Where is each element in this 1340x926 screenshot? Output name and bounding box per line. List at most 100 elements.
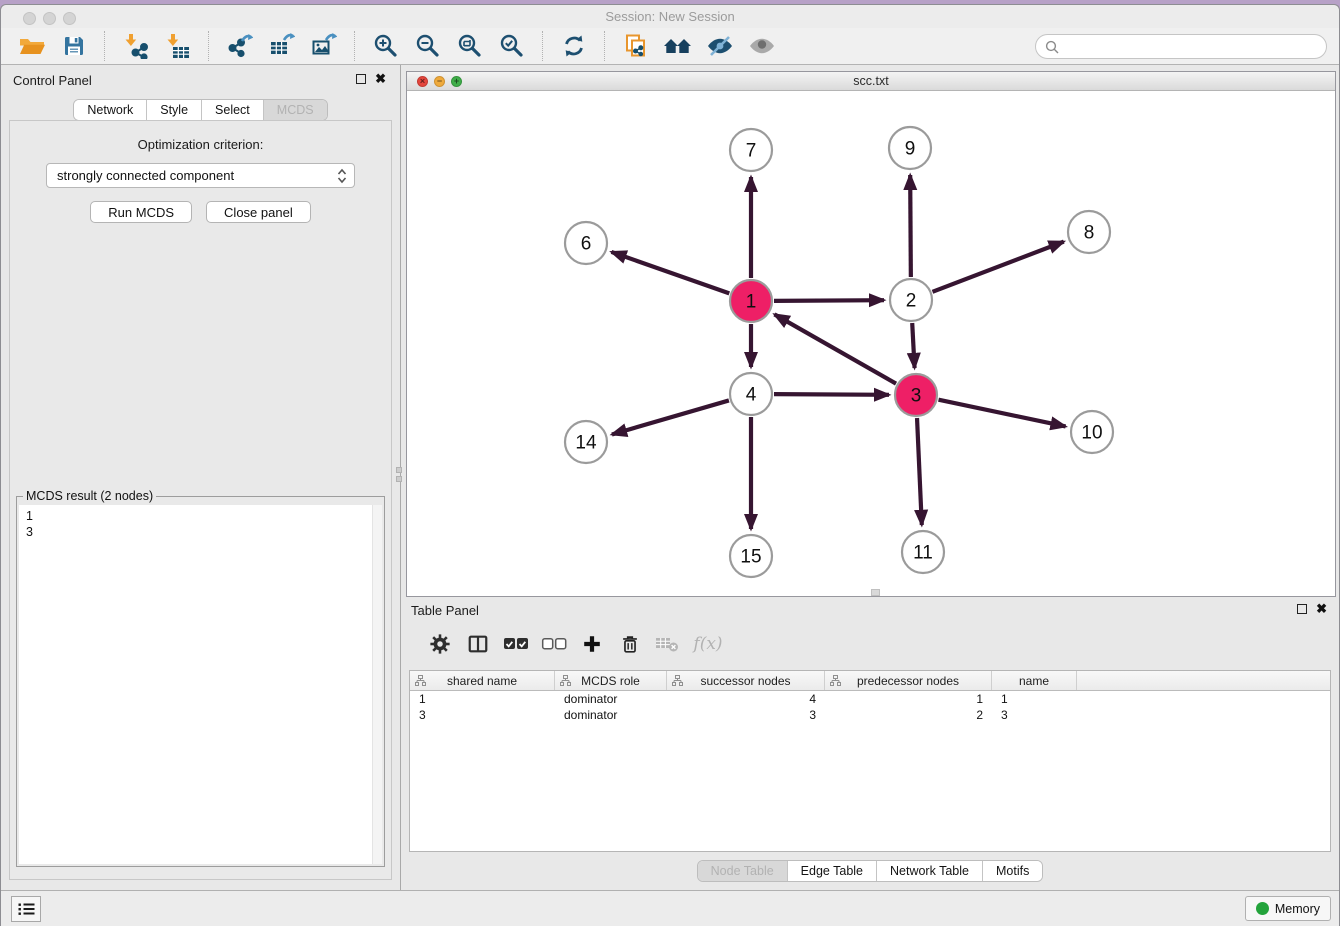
run-mcds-button[interactable]: Run MCDS: [90, 201, 192, 223]
table-cell[interactable]: dominator: [555, 692, 667, 706]
node-10[interactable]: 10: [1071, 411, 1113, 453]
delete-table-icon: [655, 634, 681, 654]
control-panel-float-button[interactable]: [356, 74, 366, 84]
tab-edge-table[interactable]: Edge Table: [787, 861, 876, 881]
control-panel-tabs: NetworkStyleSelectMCDS: [73, 99, 327, 121]
node-9[interactable]: 9: [889, 127, 931, 169]
edge-1-6[interactable]: [611, 252, 729, 293]
table-cell[interactable]: 1: [825, 692, 992, 706]
toolbar-separator: [542, 31, 544, 61]
hide-selected-button[interactable]: [704, 30, 736, 62]
task-history-button[interactable]: [11, 896, 41, 922]
close-panel-button[interactable]: Close panel: [206, 201, 311, 223]
edge-3-1[interactable]: [774, 314, 896, 383]
column-header-successor-nodes[interactable]: successor nodes: [667, 671, 825, 690]
select-stepper-icon: [336, 168, 348, 184]
open-folder-icon: [18, 34, 46, 58]
search-input[interactable]: [1064, 39, 1326, 55]
save-session-button[interactable]: [58, 30, 90, 62]
tab-select[interactable]: Select: [201, 100, 263, 120]
zoom-in-button[interactable]: [370, 30, 402, 62]
table-panel-float-button[interactable]: [1297, 604, 1307, 614]
node-11[interactable]: 11: [902, 531, 944, 573]
node-4[interactable]: 4: [730, 373, 772, 415]
column-header-mcds-role[interactable]: MCDS role: [555, 671, 667, 690]
open-session-button[interactable]: [16, 30, 48, 62]
edge-2-9[interactable]: [910, 175, 911, 277]
node-1[interactable]: 1: [730, 280, 772, 322]
show-hidden-button[interactable]: [746, 30, 778, 62]
export-network-button[interactable]: [224, 30, 256, 62]
clone-network-button[interactable]: [620, 30, 652, 62]
control-panel-close-button[interactable]: ✖: [375, 74, 386, 84]
split-panel-button[interactable]: [459, 629, 497, 659]
table-cell[interactable]: 1: [410, 692, 555, 706]
mcds-result-textarea[interactable]: 13: [19, 505, 382, 864]
export-table-button[interactable]: [266, 30, 298, 62]
delete-table-button[interactable]: [649, 629, 687, 659]
clone-network-icon: [623, 33, 649, 59]
zoom-out-button[interactable]: [412, 30, 444, 62]
table-panel-close-button[interactable]: ✖: [1316, 604, 1327, 614]
select-all-button[interactable]: [497, 629, 535, 659]
edge-2-3[interactable]: [912, 323, 914, 368]
node-6[interactable]: 6: [565, 222, 607, 264]
node-14[interactable]: 14: [565, 421, 607, 463]
column-header-shared-name[interactable]: shared name: [410, 671, 555, 690]
table-cell[interactable]: 2: [825, 708, 992, 722]
table-settings-button[interactable]: [421, 629, 459, 659]
function-builder-button[interactable]: f(x): [687, 629, 725, 659]
home-button[interactable]: [662, 30, 694, 62]
tab-network-table[interactable]: Network Table: [876, 861, 982, 881]
column-header-name[interactable]: name: [992, 671, 1077, 690]
table-cell[interactable]: 3: [410, 708, 555, 722]
node-3[interactable]: 3: [895, 374, 937, 416]
memory-button-label: Memory: [1275, 902, 1320, 916]
edge-2-8[interactable]: [932, 242, 1063, 292]
network-canvas[interactable]: 7 9 6 8 1 2 4 3 14 10 15 11: [407, 91, 1335, 596]
table-cell[interactable]: dominator: [555, 708, 667, 722]
column-type-icon: [560, 675, 571, 686]
toolbar-separator: [604, 31, 606, 61]
refresh-icon: [561, 33, 587, 59]
table-cell[interactable]: 4: [667, 692, 825, 706]
refresh-view-button[interactable]: [558, 30, 590, 62]
node-7[interactable]: 7: [730, 129, 772, 171]
deselect-all-button[interactable]: [535, 629, 573, 659]
panel-splitter-handle[interactable]: [396, 467, 404, 485]
tab-mcds[interactable]: MCDS: [263, 100, 327, 120]
memory-button[interactable]: Memory: [1245, 896, 1331, 921]
import-table-button[interactable]: [162, 30, 194, 62]
tab-motifs[interactable]: Motifs: [982, 861, 1042, 881]
node-8[interactable]: 8: [1068, 211, 1110, 253]
edge-4-3[interactable]: [774, 394, 889, 395]
table-cell[interactable]: 3: [667, 708, 825, 722]
table-row[interactable]: 1dominator411: [410, 691, 1330, 707]
delete-column-button[interactable]: [611, 629, 649, 659]
edge-3-10[interactable]: [939, 400, 1066, 427]
criterion-select[interactable]: strongly connected component: [46, 163, 355, 188]
tab-node-table[interactable]: Node Table: [698, 861, 787, 881]
zoom-fit-button[interactable]: [454, 30, 486, 62]
edge-1-2[interactable]: [774, 300, 884, 301]
svg-text:14: 14: [575, 433, 597, 454]
zoom-selected-button[interactable]: [496, 30, 528, 62]
search-field[interactable]: [1035, 34, 1327, 59]
table-toolbar: f(x): [409, 624, 1331, 664]
node-15[interactable]: 15: [730, 535, 772, 577]
add-column-button[interactable]: [573, 629, 611, 659]
result-scrollbar-track[interactable]: [372, 505, 382, 864]
tab-network[interactable]: Network: [74, 100, 146, 120]
table-cell[interactable]: 3: [992, 708, 1077, 722]
network-scrollbar-handle[interactable]: [871, 589, 880, 596]
export-image-button[interactable]: [308, 30, 340, 62]
control-panel-title: Control Panel: [13, 73, 92, 88]
edge-3-11[interactable]: [917, 418, 922, 525]
import-network-button[interactable]: [120, 30, 152, 62]
column-header-predecessor-nodes[interactable]: predecessor nodes: [825, 671, 992, 690]
node-2[interactable]: 2: [890, 279, 932, 321]
edge-4-14[interactable]: [612, 400, 729, 434]
table-row[interactable]: 3dominator323: [410, 707, 1330, 723]
tab-style[interactable]: Style: [146, 100, 201, 120]
table-cell[interactable]: 1: [992, 692, 1077, 706]
